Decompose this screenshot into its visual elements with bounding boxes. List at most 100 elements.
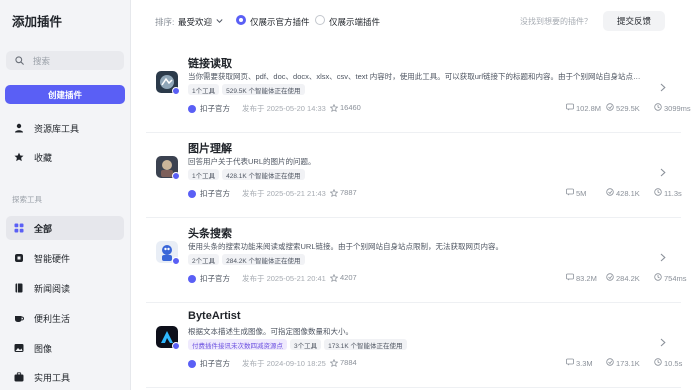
publisher: 扣子官方 (188, 358, 230, 369)
section-label: 探索工具 (12, 195, 42, 204)
agent-count-stat: 173.1K (606, 358, 640, 368)
call-count-stat: 3.3M (566, 358, 593, 368)
publisher-logo-icon (188, 359, 196, 368)
sidebar-item-utilities[interactable]: 实用工具 (6, 365, 124, 389)
publisher-logo-icon (188, 189, 196, 198)
latency-stat: 11.3s (654, 188, 682, 198)
create-plugin-button[interactable]: 创建插件 (5, 85, 125, 104)
radio-local-label[interactable]: 仅展示端插件 (329, 16, 380, 28)
book-icon (14, 283, 24, 293)
message-icon (566, 358, 576, 368)
latency-stat: 3099ms (654, 103, 691, 113)
sidebar-item-smart-hardware[interactable]: 智能硬件 (6, 246, 124, 270)
sidebar-title: 添加插件 (12, 15, 63, 29)
plugin-description: 当你需要获取网页、pdf、doc、docx、xlsx、csv、text 内容时，… (188, 72, 641, 81)
publisher: 扣子官方 (188, 273, 230, 284)
favorite-value: 16460 (340, 103, 361, 112)
plugin-meta: 扣子官方 发布于 2025-05-21 21:43 7887 5M 428.1K 1… (188, 188, 682, 200)
chevron-right-icon[interactable] (660, 168, 666, 177)
agent-count-stat: 529.5K (606, 103, 640, 113)
chevron-right-icon[interactable] (660, 253, 666, 262)
chevron-down-icon[interactable] (216, 18, 223, 24)
sidebar-item-life[interactable]: 便利生活 (6, 306, 124, 330)
plugin-card[interactable]: 图片理解 回答用户关于代表URL的图片的问题。 1个工具 428.1K 个智能体正… (146, 134, 682, 218)
sort-label: 排序: (155, 17, 175, 27)
verified-badge-icon (172, 257, 180, 265)
message-icon (566, 188, 576, 198)
plugin-description: 回答用户关于代表URL的图片的问题。 (188, 157, 316, 166)
sidebar-item-library-tools[interactable]: 资源库工具 (6, 116, 124, 140)
publisher-logo-icon (188, 274, 196, 283)
plugin-tag: 529.5K 个智能体正在使用 (222, 84, 305, 95)
radio-official-label[interactable]: 仅展示官方插件 (250, 16, 310, 28)
image-icon (14, 343, 24, 353)
call-count-stat: 102.8M (566, 103, 601, 113)
star-outline-icon (330, 358, 338, 367)
radio-local-only[interactable] (315, 15, 325, 25)
person-icon (14, 123, 24, 133)
star-outline-icon (330, 188, 338, 197)
publisher-name: 扣子官方 (200, 189, 230, 198)
plugin-meta: 扣子官方 发布于 2025-05-20 14:33 16460 102.8M 52… (188, 103, 691, 115)
stat-value: 5M (576, 188, 587, 198)
sidebar-item-all[interactable]: 全部 (6, 216, 124, 240)
search-input[interactable]: 搜索 (6, 51, 124, 70)
favorite-count[interactable]: 7887 (330, 188, 357, 197)
stat-value: 83.2M (576, 273, 597, 283)
search-placeholder: 搜索 (33, 55, 51, 66)
publish-date: 发布于 2025-05-21 20:41 (242, 274, 326, 283)
check-circle-icon (606, 273, 616, 283)
publisher-name: 扣子官方 (200, 359, 230, 368)
stat-value: 102.8M (576, 103, 602, 113)
plugin-tag: 1个工具 (188, 169, 220, 180)
verified-badge-icon (172, 172, 180, 180)
check-circle-icon (606, 188, 616, 198)
chip-icon (14, 253, 24, 263)
top-bar: 排序: 最受欢迎 仅展示官方插件 仅展示端插件 没找到想要的插件？ 提交反馈 (131, 0, 693, 42)
plugin-meta: 扣子官方 发布于 2024-09-10 18:25 7884 3.3M 173.1… (188, 358, 682, 370)
feedback-button[interactable]: 提交反馈 (603, 11, 665, 31)
stat-value: 3.3M (576, 358, 593, 368)
verified-badge-icon (172, 342, 180, 350)
message-icon (566, 103, 576, 113)
plugin-card[interactable]: ByteArtist 根据文本描述生成图像。可指定图像数量和大小。 付费插件接讯… (146, 304, 682, 388)
plugin-tag: 2个工具 (188, 254, 220, 265)
plugin-tag: 1个工具 (188, 84, 220, 95)
favorite-value: 7887 (340, 188, 357, 197)
plugin-tags: 1个工具 428.1K 个智能体正在使用 (188, 169, 305, 180)
sidebar-item-favorites[interactable]: 收藏 (6, 145, 124, 169)
clock-icon (654, 273, 664, 283)
clock-icon (654, 103, 664, 113)
stat-value: 10.5s (664, 358, 683, 368)
grid-icon (14, 223, 24, 233)
sidebar-item-label: 资源库工具 (34, 123, 80, 134)
sidebar: 添加插件 搜索 创建插件 资源库工具 收藏 探索工具 全部 智能硬件 新闻阅读 … (0, 0, 131, 390)
sort-dropdown[interactable]: 最受欢迎 (178, 16, 212, 28)
check-circle-icon (606, 103, 616, 113)
radio-official-only[interactable] (236, 15, 246, 25)
plugin-tags: 2个工具 284.2K 个智能体正在使用 (188, 254, 305, 265)
publish-date: 发布于 2024-09-10 18:25 (242, 359, 326, 368)
chevron-right-icon[interactable] (660, 83, 666, 92)
publisher: 扣子官方 (188, 103, 230, 114)
stat-value: 529.5K (616, 103, 640, 113)
plugin-card[interactable]: 链接读取 当你需要获取网页、pdf、doc、docx、xlsx、csv、text… (146, 49, 691, 133)
sidebar-item-label: 实用工具 (34, 372, 71, 383)
cup-icon (14, 313, 24, 323)
stat-value: 284.2K (616, 273, 640, 283)
favorite-count[interactable]: 7884 (330, 358, 357, 367)
sidebar-item-label: 智能硬件 (34, 253, 71, 264)
plugin-card[interactable]: 头条搜索 使用头条的搜索功能来阅读或搜索URL链接。由于个别网站自身站点限制，无… (146, 219, 687, 303)
sidebar-item-image[interactable]: 图像 (6, 336, 124, 360)
favorite-count[interactable]: 16460 (330, 103, 361, 112)
favorite-count[interactable]: 4207 (330, 273, 357, 282)
stat-value: 3099ms (664, 103, 691, 113)
plugin-title: 链接读取 (188, 58, 232, 70)
star-outline-icon (330, 273, 338, 282)
clock-icon (654, 188, 664, 198)
verified-badge-icon (172, 87, 180, 95)
sidebar-item-news[interactable]: 新闻阅读 (6, 276, 124, 300)
chevron-right-icon[interactable] (660, 338, 666, 347)
publish-date: 发布于 2025-05-21 21:43 (242, 189, 326, 198)
plugin-tags: 1个工具 529.5K 个智能体正在使用 (188, 84, 305, 95)
